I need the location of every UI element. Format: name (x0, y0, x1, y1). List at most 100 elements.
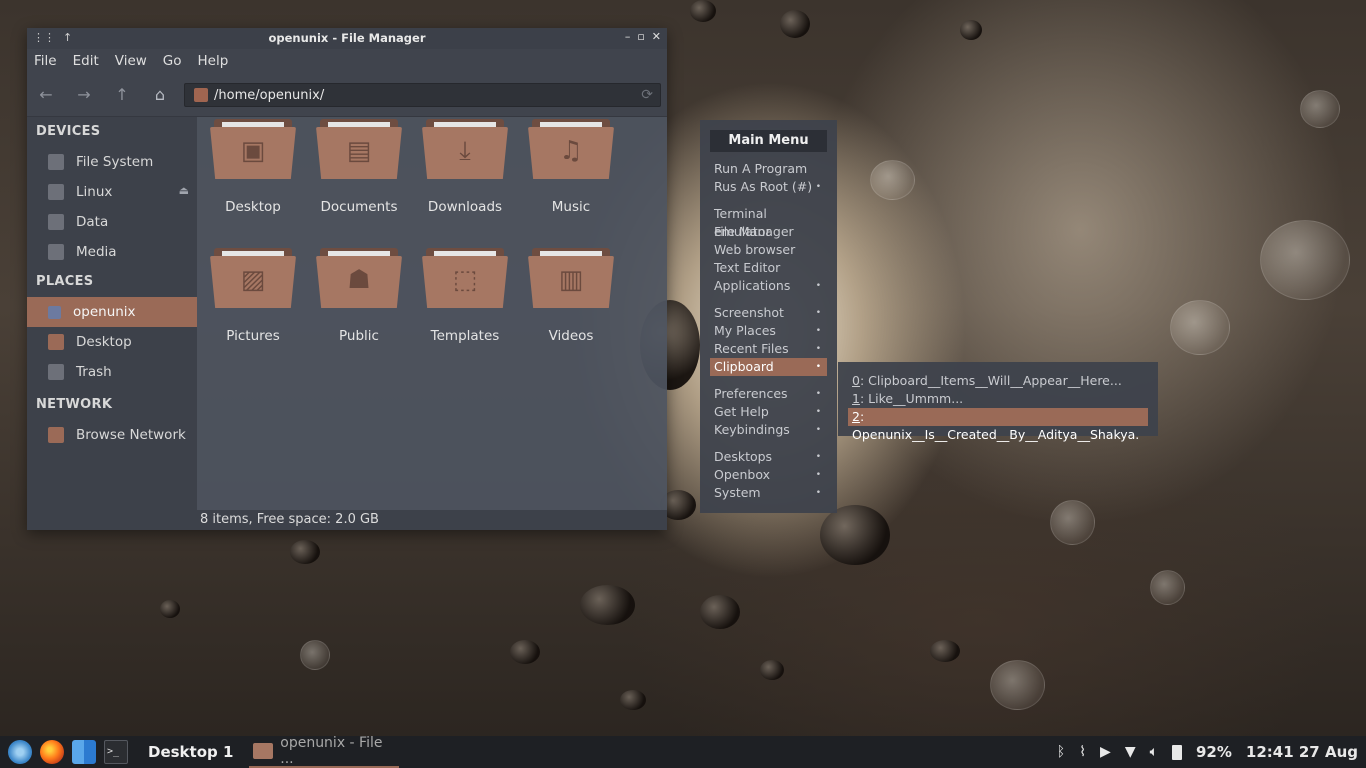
terminal-icon[interactable]: >_ (104, 740, 128, 764)
drive-icon (48, 184, 64, 200)
app-menu-icon[interactable] (8, 740, 32, 764)
menu-go[interactable]: Go (163, 53, 182, 69)
home-icon[interactable]: ⌂ (141, 85, 179, 104)
menu-item-system[interactable]: System • (710, 484, 827, 502)
bluetooth-icon[interactable]: ᛒ (1057, 744, 1065, 760)
submenu-arrow-icon: • (815, 362, 821, 372)
sidebar-item-openunix[interactable]: openunix (27, 297, 197, 327)
desktop-switcher[interactable]: Desktop 1 (148, 743, 233, 761)
title-bar[interactable]: ⋮⋮ ↑ openunix - File Manager – ▫ ✕ (27, 28, 667, 49)
menu-item-web-browser[interactable]: Web browser (710, 241, 827, 259)
forward-icon[interactable]: → (65, 85, 103, 104)
people-icon: ☗ (347, 265, 371, 295)
menu-edit[interactable]: Edit (73, 53, 99, 69)
folder-desktop[interactable]: ▣ Desktop (203, 119, 303, 215)
paperclip-icon[interactable]: ⌇ (1079, 744, 1086, 760)
menu-item-recent-files[interactable]: Recent Files • (710, 340, 827, 358)
menu-item-run-a-program[interactable]: Run A Program (710, 160, 827, 178)
eject-icon[interactable]: ⏏ (179, 184, 189, 197)
folder-videos[interactable]: ▥ Videos (521, 248, 621, 344)
location-bar[interactable]: /home/openunix/ ⟳ (184, 83, 661, 107)
menu-item-keybindings[interactable]: Keybindings • (710, 421, 827, 439)
submenu-arrow-icon: • (815, 407, 821, 417)
submenu-arrow-icon: • (815, 488, 821, 498)
sidebar-item-media[interactable]: Media (27, 237, 197, 267)
reload-icon[interactable]: ⟳ (641, 87, 653, 103)
network-header: NETWORK (36, 397, 113, 412)
folder-downloads[interactable]: ⤓ Downloads (415, 119, 515, 215)
menu-file[interactable]: File (34, 53, 57, 69)
up-icon[interactable]: ↑ (103, 85, 141, 104)
terminal-tray-icon[interactable]: ▶ (1100, 744, 1111, 760)
drive-icon (48, 214, 64, 230)
taskbar: >_ Desktop 1 openunix - File ... ᛒ ⌇ ▶ ▼… (0, 735, 1366, 768)
menu-item-preferences[interactable]: Preferences • (710, 385, 827, 403)
clipboard-submenu: 0: Clipboard__Items__Will__Appear__Here.… (838, 362, 1158, 442)
drive-icon (48, 244, 64, 260)
folder-documents[interactable]: ▤ Documents (309, 119, 409, 215)
submenu-arrow-icon: • (815, 425, 821, 435)
document-icon: ▤ (346, 136, 372, 166)
menu-item-text-editor[interactable]: Text Editor (710, 259, 827, 277)
menu-item-desktops[interactable]: Desktops • (710, 448, 827, 466)
menu-item-terminal-emulator[interactable]: Terminal emulator (710, 205, 827, 239)
menu-item-run-as-root[interactable]: Rus As Root (#) • (710, 178, 827, 196)
clock[interactable]: 12:41 27 Aug (1246, 743, 1358, 761)
image-icon: ▨ (240, 265, 266, 295)
folder-music[interactable]: ♫ Music (521, 119, 621, 215)
main-menu: Main Menu Run A Program Rus As Root (#) •… (700, 120, 837, 513)
clipboard-item-2[interactable]: 2: Openunix__Is__Created__By__Aditya__Sh… (848, 408, 1148, 442)
menu-help[interactable]: Help (198, 53, 229, 69)
maximize-icon[interactable]: ▫ (637, 30, 644, 43)
clipboard-item-0[interactable]: 0: Clipboard__Items__Will__Appear__Here.… (848, 372, 1148, 390)
location-path[interactable]: /home/openunix/ (214, 88, 324, 103)
places-header: PLACES (36, 274, 94, 289)
sidebar: DEVICES File System Linux ⏏ Data Media P… (27, 117, 197, 510)
minimize-icon[interactable]: – (625, 30, 631, 43)
firefox-icon[interactable] (40, 740, 64, 764)
network-icon (48, 427, 64, 443)
submenu-arrow-icon: • (815, 452, 821, 462)
sidebar-item-browse-network[interactable]: Browse Network (27, 420, 197, 450)
wifi-icon[interactable]: ▼ (1125, 744, 1136, 760)
back-icon[interactable]: ← (27, 85, 65, 104)
trash-icon (48, 364, 64, 380)
clipboard-item-1[interactable]: 1: Like__Ummm... (848, 390, 1148, 408)
menu-item-file-manager[interactable]: File Manager (710, 223, 827, 241)
menu-item-screenshot[interactable]: Screenshot • (710, 304, 827, 322)
close-icon[interactable]: ✕ (652, 30, 661, 43)
battery-icon[interactable] (1172, 744, 1182, 760)
main-menu-title: Main Menu (710, 130, 827, 152)
menu-separator (710, 439, 827, 448)
menu-item-get-help[interactable]: Get Help • (710, 403, 827, 421)
submenu-arrow-icon: • (815, 344, 821, 354)
folder-templates[interactable]: ⬚ Templates (415, 248, 515, 344)
sidebar-item-file-system[interactable]: File System (27, 147, 197, 177)
menu-view[interactable]: View (115, 53, 147, 69)
template-icon: ⬚ (452, 265, 478, 295)
folder-icon (253, 743, 274, 759)
menu-separator (710, 196, 827, 205)
film-icon: ▥ (558, 265, 584, 295)
menu-separator (710, 376, 827, 385)
submenu-arrow-icon: • (815, 281, 821, 291)
file-manager-icon[interactable] (72, 740, 96, 764)
sidebar-item-data[interactable]: Data (27, 207, 197, 237)
submenu-arrow-icon: • (815, 326, 821, 336)
folder-public[interactable]: ☗ Public (309, 248, 409, 344)
sidebar-item-trash[interactable]: Trash (27, 357, 197, 387)
menu-item-clipboard[interactable]: Clipboard • (710, 358, 827, 376)
home-folder-icon (194, 88, 208, 102)
volume-icon[interactable]: 🔈︎ (1150, 744, 1158, 760)
menu-item-applications[interactable]: Applications • (710, 277, 827, 295)
submenu-arrow-icon: • (815, 308, 821, 318)
sidebar-item-linux[interactable]: Linux ⏏ (27, 177, 197, 207)
menu-item-my-places[interactable]: My Places • (710, 322, 827, 340)
window-title: openunix - File Manager (268, 31, 426, 45)
folder-pictures[interactable]: ▨ Pictures (203, 248, 303, 344)
home-icon (48, 305, 61, 319)
taskbar-task-file-manager[interactable]: openunix - File ... (249, 735, 400, 768)
system-tray: ᛒ ⌇ ▶ ▼ 🔈︎ 92% 12:41 27 Aug (1057, 736, 1358, 768)
sidebar-item-desktop[interactable]: Desktop (27, 327, 197, 357)
menu-item-openbox[interactable]: Openbox • (710, 466, 827, 484)
